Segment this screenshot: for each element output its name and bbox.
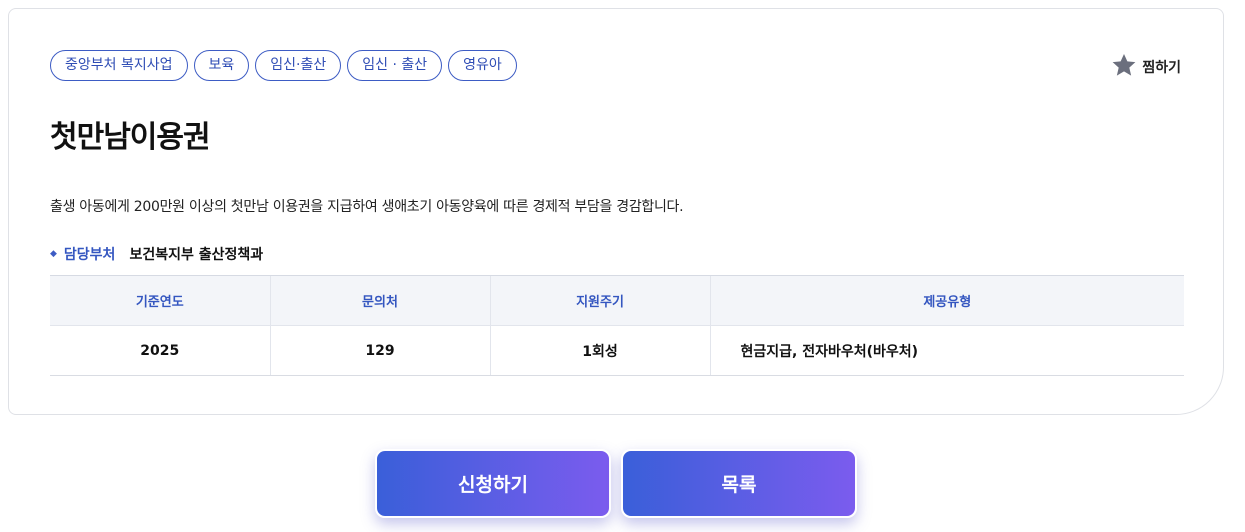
star-icon [1111,52,1137,82]
tag-infant[interactable]: 영유아 [448,50,517,81]
table-row: 2025 129 1회성 현금지급, 전자바우처(바우처) [50,325,1184,376]
favorite-button[interactable]: 찜하기 [1111,52,1181,82]
table-header-row: 기준연도 문의처 지원주기 제공유형 [50,275,1184,326]
header-support-cycle: 지원주기 [489,275,710,326]
header-provision-type: 제공유형 [709,275,1184,326]
service-detail-card: 중앙부처 복지사업 보육 임신·출산 임신 · 출산 영유아 찜하기 첫만남이용… [8,8,1224,415]
department-label: 담당부처 [63,247,116,263]
cell-contact: 129 [269,325,490,376]
service-description: 출생 아동에게 200만원 이상의 첫만남 이용권을 지급하여 생애초기 아동양… [50,199,684,215]
cell-base-year: 2025 [50,325,270,376]
tag-childcare[interactable]: 보육 [193,50,250,81]
header-base-year: 기준연도 [50,275,270,326]
favorite-label: 찜하기 [1142,60,1181,76]
cell-provision-type: 현금지급, 전자바우처(바우처) [709,325,1184,376]
apply-button[interactable]: 신청하기 [375,449,611,518]
department-row: ◆ 담당부처 보건복지부 출산정책과 [50,244,263,264]
page-title: 첫만남이용권 [50,120,211,155]
category-tags: 중앙부처 복지사업 보육 임신·출산 임신 · 출산 영유아 [50,50,517,81]
list-button[interactable]: 목록 [621,449,857,518]
action-buttons: 신청하기 목록 [375,449,857,518]
header-contact: 문의처 [269,275,490,326]
tag-pregnancy-birth-2[interactable]: 임신 · 출산 [347,50,443,81]
department-value: 보건복지부 출산정책과 [129,247,264,263]
tag-central-welfare[interactable]: 중앙부처 복지사업 [50,50,188,81]
service-info-table: 기준연도 문의처 지원주기 제공유형 2025 129 1회성 현금지급, 전자… [50,275,1184,376]
diamond-bullet-icon: ◆ [50,249,57,259]
tag-pregnancy-birth[interactable]: 임신·출산 [255,50,342,81]
cell-support-cycle: 1회성 [489,325,710,376]
